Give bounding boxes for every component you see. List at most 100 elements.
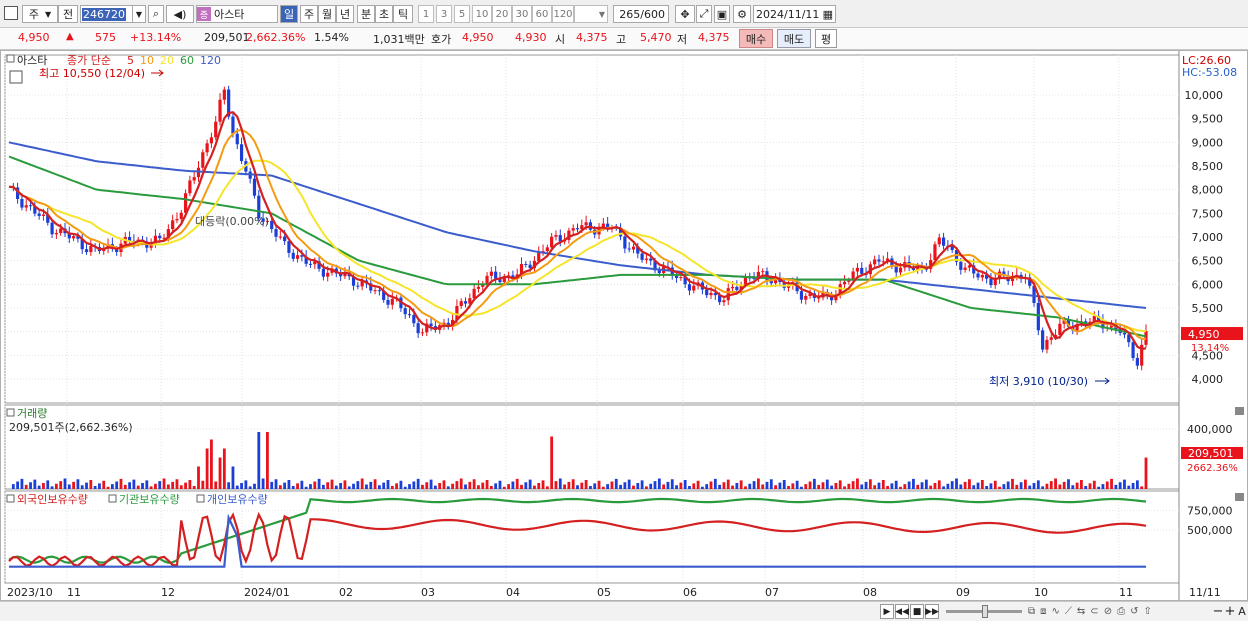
volume-bar <box>774 485 778 489</box>
calc-icon <box>9 70 23 84</box>
candle-body <box>37 213 41 216</box>
candle-body <box>188 180 192 194</box>
volume-bar <box>1019 482 1023 489</box>
volume-bar <box>920 482 924 489</box>
last-price-pct: 13.14% <box>1191 343 1229 354</box>
scroll-tool-button[interactable]: ✥ <box>675 5 695 23</box>
search-icon: ⌕ <box>152 7 160 20</box>
interval-20[interactable]: 20 <box>492 5 512 23</box>
zoom-out-button[interactable]: − <box>1212 603 1224 620</box>
panel-dot-icon <box>6 494 15 503</box>
volume-bar <box>795 480 799 489</box>
volume-bar <box>300 480 304 489</box>
zoom-slider-handle[interactable] <box>982 605 988 618</box>
volume-bar <box>386 480 390 489</box>
period-tab-month[interactable]: 월 <box>318 5 336 23</box>
restore-icon[interactable]: ↺ <box>1130 606 1138 617</box>
open-label: 시 <box>555 33 566 46</box>
date-input[interactable]: 2024/11/11 ▦ <box>753 5 836 23</box>
volume-bar <box>619 484 622 489</box>
candle-body <box>989 278 993 286</box>
volume-bar <box>1084 486 1088 489</box>
draw-tool-button[interactable]: ⤢ <box>696 5 712 23</box>
chart-canvas[interactable]: 10,000 9,500 9,000 8,500 8,000 7,500 7,000 6,50… <box>1 51 1247 600</box>
last-volume-value: 209,501 <box>1188 447 1234 460</box>
volume-bar <box>85 482 88 489</box>
volume-bar <box>683 480 687 489</box>
zoom-in-button[interactable]: + <box>1224 603 1236 620</box>
chart-area[interactable]: 10,000 9,500 9,000 8,500 8,000 7,500 7,000 6,50… <box>0 50 1248 601</box>
buy-button[interactable]: 매수 <box>739 29 773 48</box>
period-tab-tick[interactable]: 틱 <box>393 5 413 23</box>
rewind-button[interactable]: ◀◀ <box>895 604 909 619</box>
candle-body <box>235 133 239 145</box>
candle-body <box>308 263 313 265</box>
search-button[interactable]: ⌕ <box>148 5 164 23</box>
font-size-button[interactable]: A <box>1236 603 1248 620</box>
indicator-icon[interactable]: ∿ <box>1052 606 1060 617</box>
window-split-icon[interactable]: ⧈ <box>1040 606 1046 617</box>
x-axis-label: 2024/01 <box>244 586 290 599</box>
period-tab-week[interactable]: 주 <box>300 5 318 23</box>
volume-bar <box>218 457 222 489</box>
name-field[interactable]: 증 아스타 <box>196 5 278 23</box>
volume-bar <box>158 481 162 489</box>
sound-button[interactable]: ◀) <box>166 5 194 23</box>
volume-bar <box>692 483 696 489</box>
code-dropdown-button[interactable]: ▼ <box>132 5 146 23</box>
period-tab-year[interactable]: 년 <box>336 5 354 23</box>
forward-button[interactable]: ▶▶ <box>925 604 939 619</box>
candle-body <box>1122 332 1127 335</box>
holder-y-label: 750,000 <box>1187 505 1233 518</box>
compare-icon[interactable]: ⇆ <box>1077 606 1085 617</box>
volume-bar <box>115 481 119 489</box>
window-icon[interactable] <box>4 6 18 20</box>
gear-icon: ⚙ <box>737 7 747 21</box>
up-icon[interactable]: ⇧ <box>1143 606 1151 617</box>
price-y-label: 6,000 <box>1192 278 1224 291</box>
volume-bar <box>606 484 610 489</box>
link-icon[interactable]: ⊘ <box>1104 606 1112 617</box>
magnet-icon[interactable]: ⊂ <box>1090 606 1098 617</box>
stop-button[interactable]: ■ <box>910 604 924 619</box>
save-button[interactable]: ▣ <box>714 5 730 23</box>
interval-3[interactable]: 3 <box>436 5 452 23</box>
candle-body <box>1049 337 1053 340</box>
period-tab-minute[interactable]: 분 <box>357 5 375 23</box>
interval-10[interactable]: 10 <box>472 5 492 23</box>
interval-30[interactable]: 30 <box>512 5 532 23</box>
copy-icon[interactable]: ⧉ <box>1028 606 1035 617</box>
candle-body <box>390 298 394 305</box>
sell-button[interactable]: 매도 <box>777 29 811 48</box>
candle-body <box>420 332 425 334</box>
eval-button[interactable]: 평 <box>815 29 837 48</box>
period-tab-day[interactable]: 일 <box>280 5 298 23</box>
volume-bar <box>1110 478 1113 489</box>
interval-1[interactable]: 1 <box>418 5 434 23</box>
volume-bar <box>429 479 433 489</box>
volume-bar <box>472 479 476 489</box>
interval-5[interactable]: 5 <box>454 5 470 23</box>
interval-120[interactable]: 120 <box>552 5 574 23</box>
count-input[interactable]: 265/600 <box>613 5 669 23</box>
line-icon[interactable]: ⟋ <box>1065 606 1072 617</box>
x-axis-label: 02 <box>339 586 353 599</box>
volume-bar <box>296 483 299 489</box>
settings-button[interactable]: ⚙ <box>733 5 751 23</box>
candle-body <box>524 263 528 265</box>
period-tab-second[interactable]: 초 <box>375 5 393 23</box>
mode-select[interactable]: 전 <box>58 5 78 23</box>
interval-custom-select[interactable]: ▼ <box>574 5 608 23</box>
interval-60[interactable]: 60 <box>532 5 552 23</box>
type-select[interactable]: 주 ▼ <box>22 5 58 23</box>
tool-icons[interactable]: ⧉ ⧈ ∿ ⟋ ⇆ ⊂ ⊘ ⎙ ↺ ⇧ <box>1028 604 1208 619</box>
candle-body <box>528 264 532 269</box>
volume-bar <box>713 478 717 489</box>
print-icon[interactable]: ⎙ <box>1117 606 1125 617</box>
volume-bar <box>1011 478 1014 489</box>
last-price-value: 4,950 <box>1188 328 1220 341</box>
play-button[interactable]: ▶ <box>880 604 894 619</box>
candle-body <box>412 315 416 324</box>
volume-bar <box>317 478 321 489</box>
candle-body <box>959 261 963 270</box>
